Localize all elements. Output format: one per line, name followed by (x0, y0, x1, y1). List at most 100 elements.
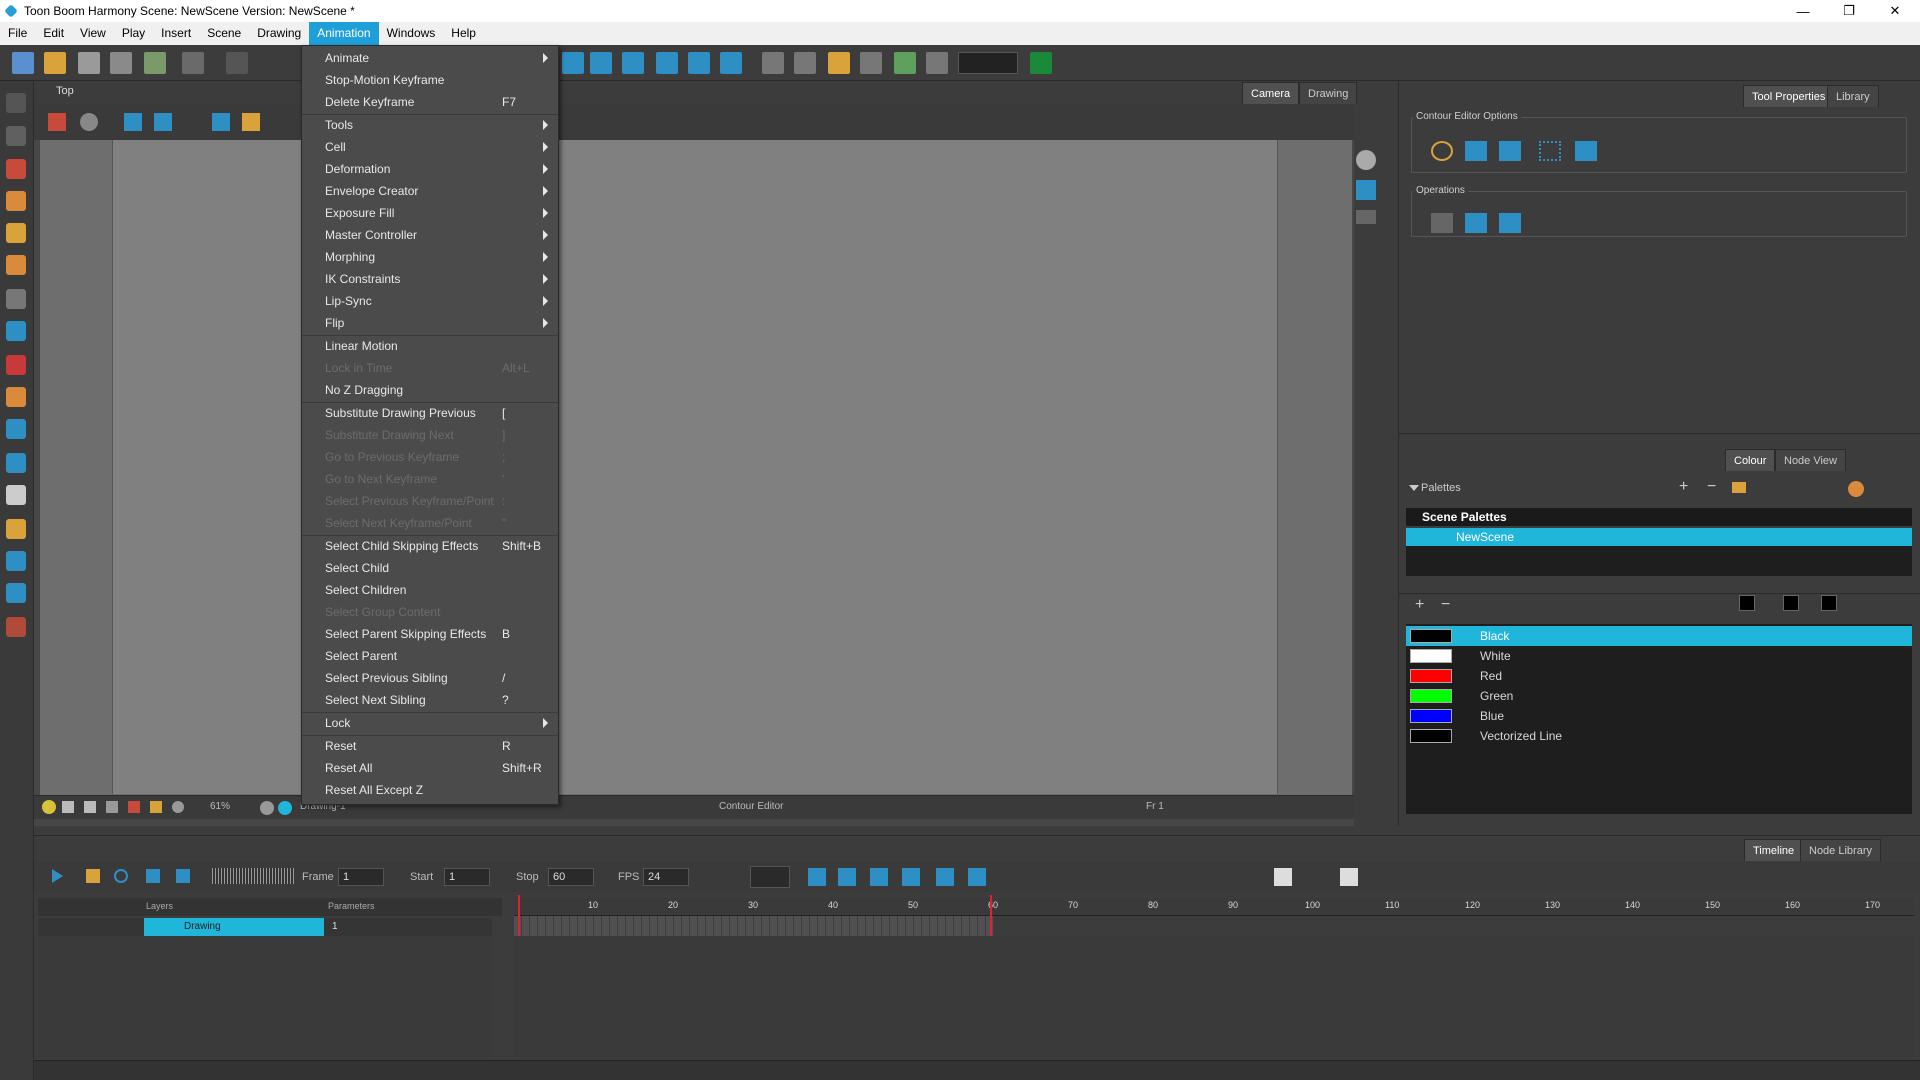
timeline-scrollbar[interactable] (34, 1060, 1920, 1080)
pin-icon[interactable] (62, 801, 74, 813)
green-flag-icon[interactable] (1030, 52, 1052, 74)
sound-scrub-icon[interactable] (176, 869, 190, 883)
menu-file[interactable]: File (0, 22, 35, 45)
spline-tool-icon[interactable] (6, 583, 26, 603)
fps-field[interactable]: 24 (643, 868, 689, 886)
pencil-tool-icon[interactable] (6, 191, 26, 211)
ease-icon[interactable] (936, 868, 954, 886)
timeline-ruler[interactable]: 10 20 30 40 50 60 70 80 90 100 110 120 1… (514, 898, 1914, 916)
play-selection-icon[interactable] (86, 869, 100, 883)
add-keyframe-icon[interactable] (894, 52, 916, 74)
brush-color-swatch[interactable] (1783, 595, 1799, 611)
brush-tool-icon[interactable] (6, 159, 26, 179)
lock-small-icon[interactable] (150, 801, 162, 813)
motion-path-icon[interactable] (968, 868, 986, 886)
pivot-tool-icon[interactable] (6, 419, 26, 439)
close-button[interactable]: ✕ (1872, 0, 1918, 22)
grid-icon[interactable] (926, 52, 948, 74)
grid-toggle-icon[interactable] (124, 113, 142, 131)
tab-timeline[interactable]: Timeline (1744, 839, 1804, 861)
menu-help[interactable]: Help (443, 22, 484, 45)
menu-item-cell[interactable]: Cell (302, 136, 558, 158)
new-scene-icon[interactable] (12, 52, 34, 74)
hand-tool-icon[interactable] (6, 453, 26, 473)
swatch-row-red[interactable]: Red (1406, 666, 1912, 686)
undo-icon[interactable] (182, 52, 204, 74)
eraser-tool-icon[interactable] (6, 255, 26, 275)
menu-item-animate[interactable]: Animate (302, 47, 558, 69)
paint-tool-icon[interactable] (6, 355, 26, 375)
menu-insert[interactable]: Insert (153, 22, 199, 45)
save-icon[interactable] (78, 52, 100, 74)
menu-view[interactable]: View (72, 22, 114, 45)
frame-icon[interactable] (84, 801, 96, 813)
stop-field[interactable]: 60 (548, 868, 594, 886)
remove-swatch-icon[interactable]: − (1441, 596, 1450, 614)
lock-icon[interactable] (242, 113, 260, 131)
swatch-row-white[interactable]: White (1406, 646, 1912, 666)
rotate-tool-icon[interactable] (562, 52, 584, 74)
snap-icon[interactable] (1575, 141, 1597, 161)
add-swatch-icon[interactable]: + (1415, 596, 1424, 614)
layers-icon[interactable] (1356, 180, 1376, 200)
menu-item-no-z-dragging[interactable]: No Z Dragging (302, 379, 558, 401)
lasso-icon[interactable] (1431, 141, 1453, 161)
menu-item-flip[interactable]: Flip (302, 312, 558, 334)
menu-item-lock[interactable]: Lock (302, 712, 558, 734)
cut-tool-icon[interactable] (794, 52, 816, 74)
minimize-button[interactable]: — (1780, 0, 1826, 22)
folder-icon[interactable] (1732, 482, 1746, 493)
transform-tool-icon[interactable] (656, 52, 678, 74)
open-folder-icon[interactable] (44, 52, 66, 74)
menu-item-exposure-fill[interactable]: Exposure Fill (302, 202, 558, 224)
menu-item-linear-motion[interactable]: Linear Motion (302, 335, 558, 357)
dropper-tool-icon[interactable] (6, 387, 26, 407)
start-marker[interactable] (518, 895, 520, 936)
save-as-icon[interactable] (110, 52, 132, 74)
collapse-arrow-icon[interactable] (1409, 485, 1419, 491)
text-tool-icon[interactable] (6, 289, 26, 309)
menu-item-substitute-drawing-previous[interactable]: Substitute Drawing Previous [ (302, 402, 558, 424)
onion-icon[interactable] (128, 801, 140, 813)
menu-item-stop-motion-keyframe[interactable]: Stop-Motion Keyframe (302, 69, 558, 91)
extend-exposure-icon[interactable] (1340, 868, 1358, 886)
export-icon[interactable] (144, 52, 166, 74)
tab-tool-properties[interactable]: Tool Properties (1743, 85, 1835, 107)
tab-node-view[interactable]: Node View (1775, 449, 1846, 471)
rectangle-tool-icon[interactable] (6, 321, 26, 341)
menu-windows[interactable]: Windows (379, 22, 444, 45)
pivot-tool-icon[interactable] (720, 52, 742, 74)
start-field[interactable]: 1 (444, 868, 490, 886)
ease-dropdown[interactable] (750, 866, 790, 888)
marquee-icon[interactable] (1539, 141, 1561, 161)
select-tool-icon[interactable] (6, 93, 26, 113)
menu-item-lip-sync[interactable]: Lip-Sync (302, 290, 558, 312)
maximize-button[interactable]: ❐ (1826, 0, 1872, 22)
menu-item-tools[interactable]: Tools (302, 114, 558, 136)
swatch-row-green[interactable]: Green (1406, 686, 1912, 706)
onion-skin-icon[interactable] (154, 113, 172, 131)
delete-keyframe-icon[interactable] (838, 868, 856, 886)
skew-tool-icon[interactable] (622, 52, 644, 74)
menu-play[interactable]: Play (114, 22, 153, 45)
menu-item-select-parent-skipping-effects[interactable]: Select Parent Skipping Effects B (302, 623, 558, 645)
menu-item-morphing[interactable]: Morphing (302, 246, 558, 268)
menu-animation[interactable]: Animation (309, 22, 379, 45)
swatch-row-blue[interactable]: Blue (1406, 706, 1912, 726)
menu-item-select-child[interactable]: Select Child (302, 557, 558, 579)
gear-icon[interactable] (260, 801, 274, 815)
tab-camera[interactable]: Camera (1242, 82, 1300, 104)
fill-color-swatch[interactable] (1821, 595, 1837, 611)
spline-offset-icon[interactable] (688, 52, 710, 74)
palette-row-newscene[interactable]: NewScene (1406, 528, 1912, 546)
menu-item-envelope-creator[interactable]: Envelope Creator (302, 180, 558, 202)
deform-tool-icon[interactable] (860, 52, 882, 74)
layer-name-drawing[interactable]: Drawing (144, 918, 324, 936)
sun-icon[interactable] (278, 801, 292, 815)
menu-drawing[interactable]: Drawing (249, 22, 309, 45)
tangent-icon[interactable] (1499, 141, 1521, 161)
single-frame-icon[interactable] (1274, 868, 1292, 886)
tab-colour[interactable]: Colour (1725, 449, 1776, 471)
pencil-color-swatch[interactable] (1739, 595, 1755, 611)
menu-item-reset-all[interactable]: Reset All Shift+R (302, 757, 558, 779)
